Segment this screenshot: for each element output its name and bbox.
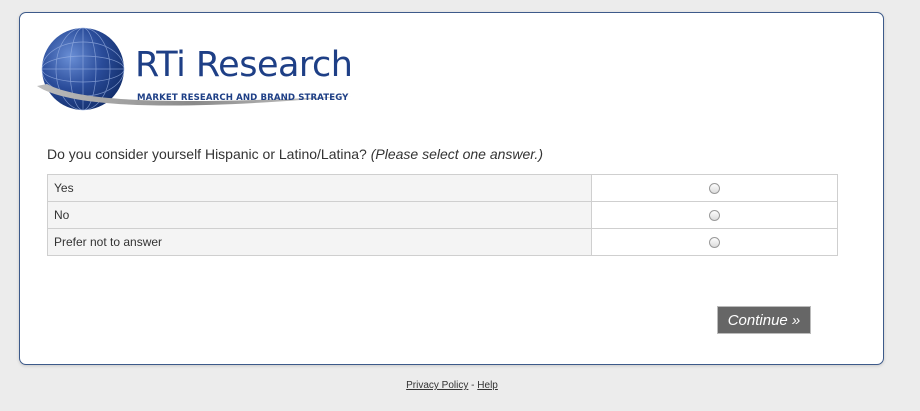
survey-card: RTi Research MARKET RESEARCH AND BRAND S…: [19, 12, 884, 365]
brand-tagline: MARKET RESEARCH AND BRAND STRATEGY: [137, 93, 349, 103]
radio-yes[interactable]: [709, 183, 720, 195]
radio-no[interactable]: [709, 210, 720, 222]
answer-label: Yes: [47, 174, 592, 202]
footer-separator: -: [471, 380, 475, 391]
answer-table: Yes No Prefer not to answer: [47, 174, 838, 256]
continue-button[interactable]: Continue »: [718, 307, 810, 333]
privacy-policy-link[interactable]: Privacy Policy: [406, 380, 468, 391]
answer-choice-cell: [591, 228, 838, 256]
rti-logo: RTi Research MARKET RESEARCH AND BRAND S…: [33, 26, 353, 112]
help-link[interactable]: Help: [477, 380, 498, 391]
answer-choice-cell: [591, 201, 838, 229]
answer-row: No: [47, 201, 838, 229]
answer-choice-cell: [591, 174, 838, 202]
question-text: Do you consider yourself Hispanic or Lat…: [47, 146, 543, 162]
question-label: Do you consider yourself Hispanic or Lat…: [47, 146, 367, 162]
answer-label: No: [47, 201, 592, 229]
footer: Privacy Policy - Help: [0, 380, 904, 391]
answer-label: Prefer not to answer: [47, 228, 592, 256]
answer-row: Yes: [47, 174, 838, 202]
question-instruction: (Please select one answer.): [370, 146, 543, 162]
brand-name: RTi Research: [135, 45, 353, 85]
answer-row: Prefer not to answer: [47, 228, 838, 256]
radio-prefer-not-to-answer[interactable]: [709, 237, 720, 249]
